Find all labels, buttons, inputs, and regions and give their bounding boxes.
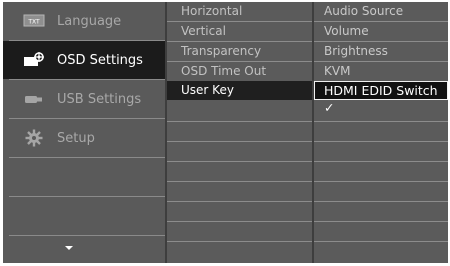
divider xyxy=(167,121,312,122)
option-volume[interactable]: Volume xyxy=(314,22,448,41)
divider xyxy=(314,161,448,162)
divider xyxy=(167,141,312,142)
divider xyxy=(314,241,448,242)
divider xyxy=(167,221,312,222)
divider xyxy=(167,241,312,242)
svg-text:TXT: TXT xyxy=(27,19,40,26)
option-kvm[interactable]: KVM xyxy=(314,62,448,81)
divider xyxy=(314,141,448,142)
usb-icon xyxy=(23,91,45,107)
divider xyxy=(167,181,312,182)
menu-item-label: Language xyxy=(57,13,122,29)
submenu-item-osd-time-out[interactable]: OSD Time Out xyxy=(167,62,312,81)
menu-item-setup[interactable]: Setup xyxy=(3,119,165,157)
gear-icon xyxy=(23,129,45,147)
divider xyxy=(9,196,165,197)
main-menu-column: TXT Language OSD Settings USB Settings S… xyxy=(3,2,165,263)
osd-menu: TXT Language OSD Settings USB Settings S… xyxy=(3,2,448,263)
menu-item-label: USB Settings xyxy=(57,91,142,107)
scroll-down-arrow-icon[interactable] xyxy=(65,246,73,250)
submenu-item-transparency[interactable]: Transparency xyxy=(167,42,312,61)
divider xyxy=(314,221,448,222)
divider xyxy=(314,181,448,182)
menu-item-label: OSD Settings xyxy=(57,52,143,68)
menu-item-usb-settings[interactable]: USB Settings xyxy=(3,80,165,118)
menu-item-label: Setup xyxy=(57,130,95,146)
divider xyxy=(167,201,312,202)
divider xyxy=(314,121,448,122)
menu-item-osd-settings[interactable]: OSD Settings xyxy=(3,41,165,79)
submenu-column: Horizontal Vertical Transparency OSD Tim… xyxy=(167,2,312,263)
option-hdmi-edid-switch[interactable]: HDMI EDID Switch ✓ xyxy=(314,81,448,115)
txt-icon: TXT xyxy=(23,13,45,29)
divider xyxy=(167,161,312,162)
divider xyxy=(9,235,165,236)
submenu-item-vertical[interactable]: Vertical xyxy=(167,22,312,41)
options-column: Audio Source Volume Brightness KVM HDMI … xyxy=(314,2,448,263)
submenu-item-user-key[interactable]: User Key xyxy=(167,81,312,100)
osd-settings-icon xyxy=(23,52,45,68)
divider xyxy=(9,157,165,158)
divider xyxy=(314,201,448,202)
menu-item-language[interactable]: TXT Language xyxy=(3,2,165,40)
submenu-item-horizontal[interactable]: Horizontal xyxy=(167,2,312,21)
option-audio-source[interactable]: Audio Source xyxy=(314,2,448,21)
option-brightness[interactable]: Brightness xyxy=(314,42,448,61)
